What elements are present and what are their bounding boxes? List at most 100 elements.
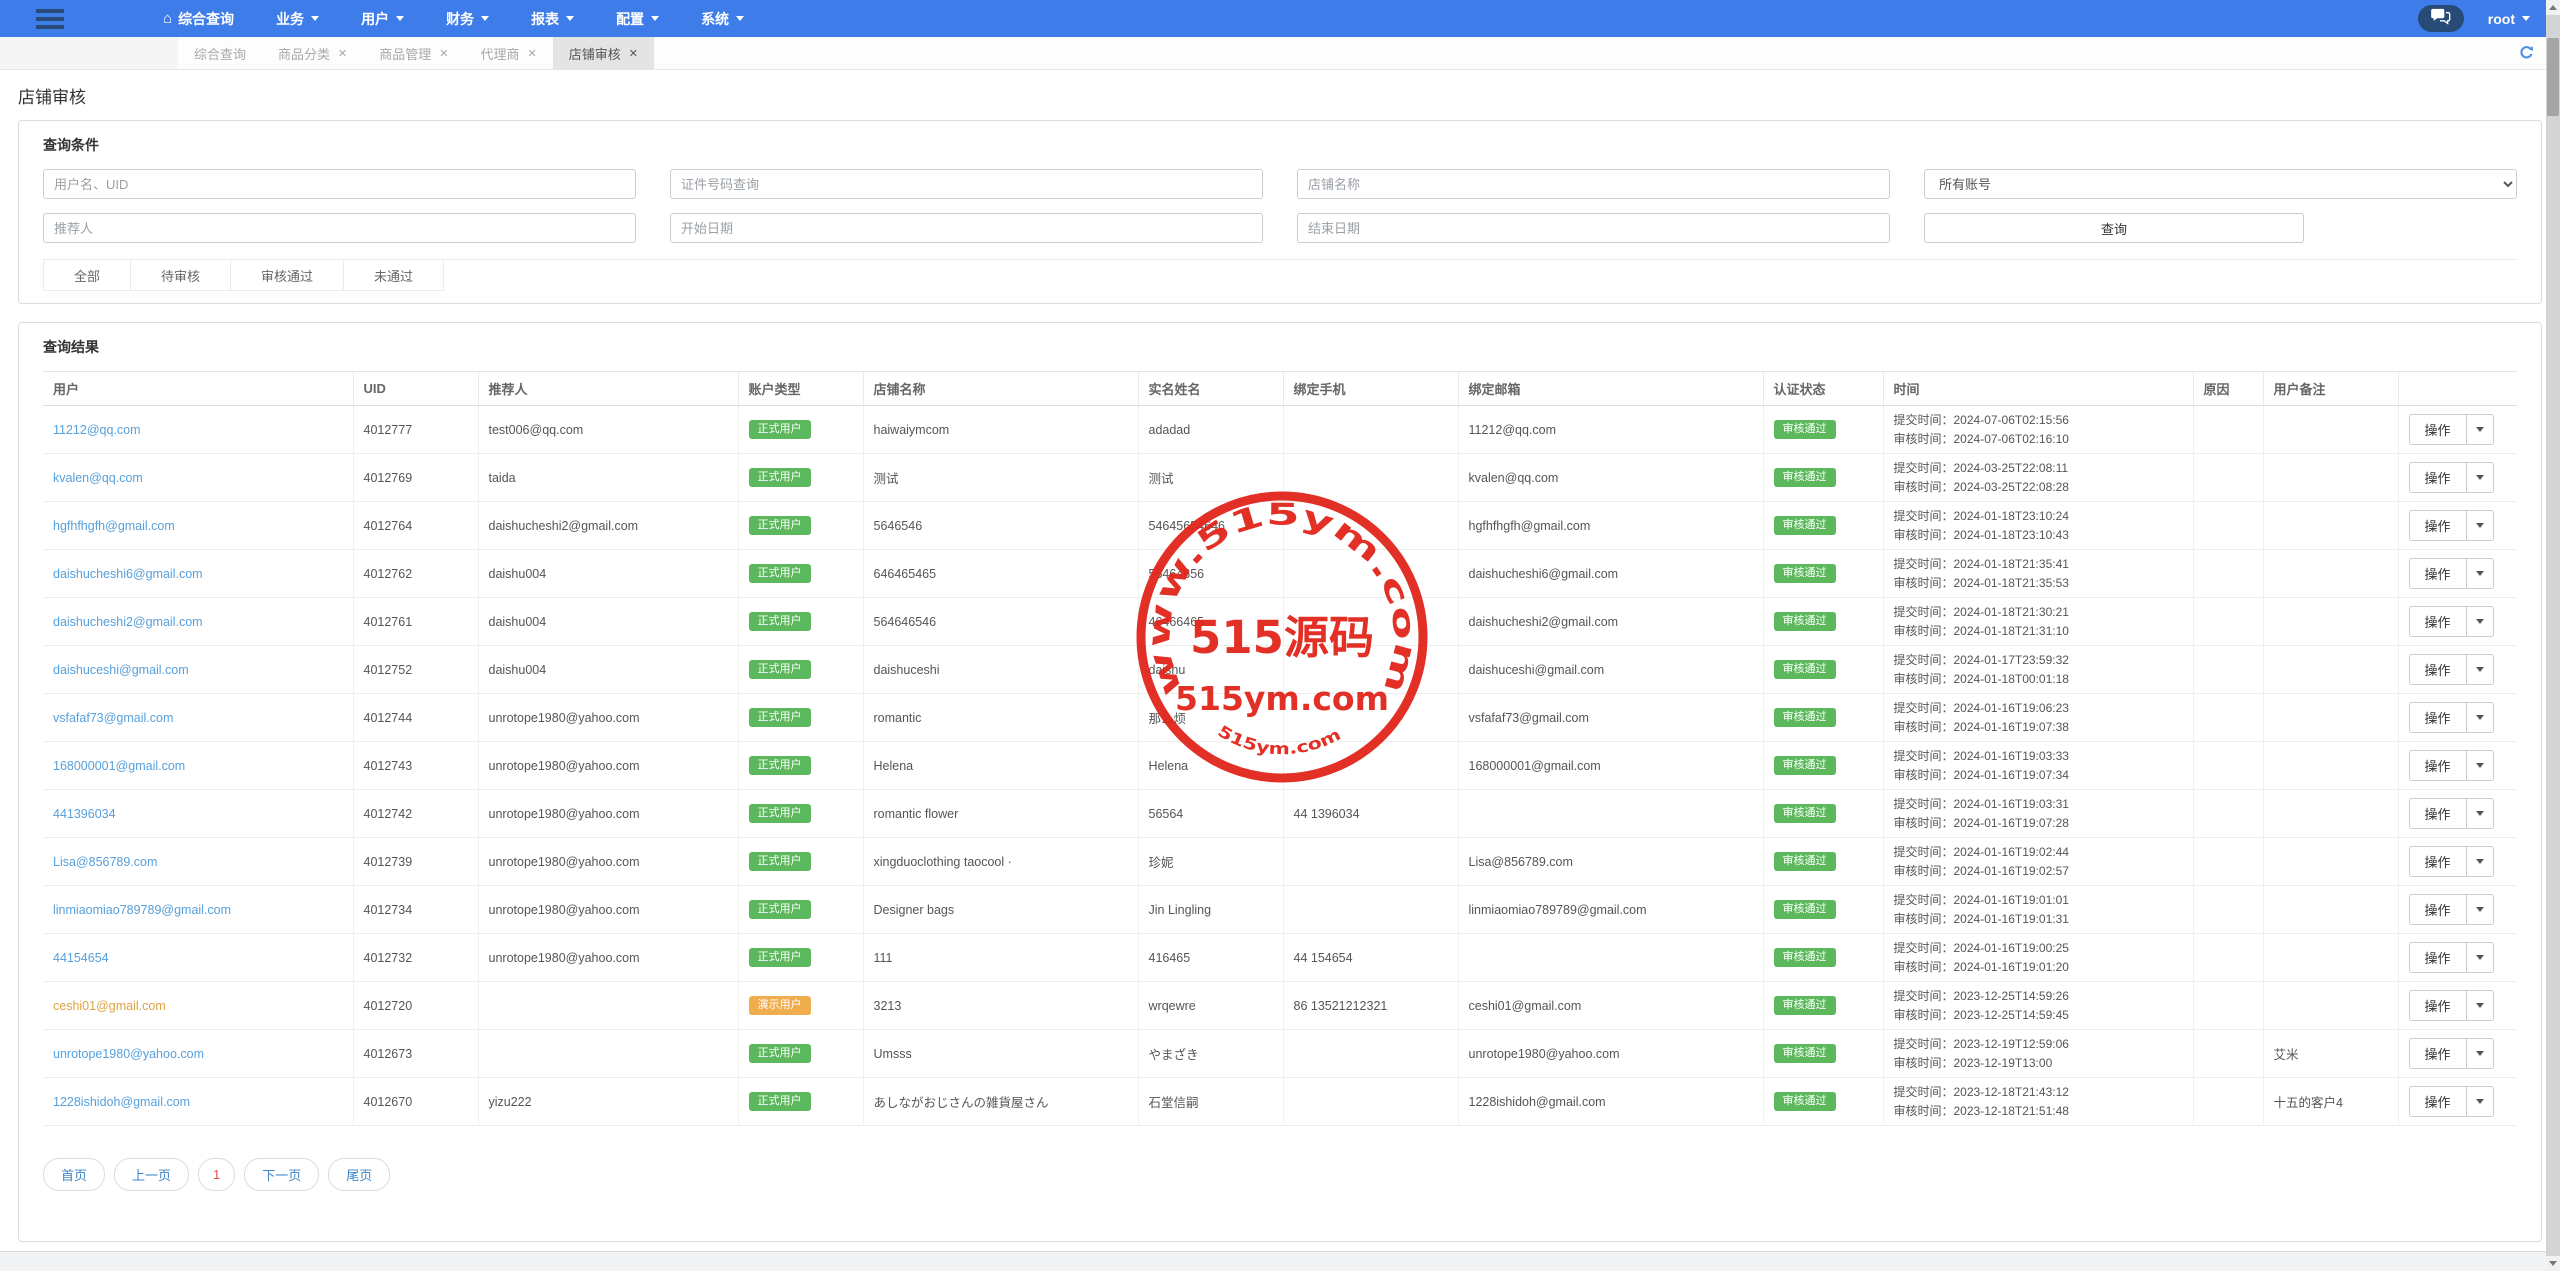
- account-type-select[interactable]: 所有账号: [1924, 169, 2517, 199]
- user-link[interactable]: 11212@qq.com: [53, 423, 141, 437]
- nav-item[interactable]: 配置: [595, 0, 680, 37]
- nav-menu: ⌂综合查询业务用户财务报表配置系统: [142, 0, 765, 37]
- user-link[interactable]: 441396034: [53, 807, 116, 821]
- user-link[interactable]: 168000001@gmail.com: [53, 759, 185, 773]
- user-menu[interactable]: root: [2488, 11, 2530, 27]
- nav-item[interactable]: ⌂综合查询: [142, 0, 255, 37]
- status-badge: 审核通过: [1774, 852, 1836, 871]
- action-dropdown-button[interactable]: [2467, 894, 2494, 925]
- action-dropdown-button[interactable]: [2467, 1038, 2494, 1069]
- action-dropdown-button[interactable]: [2467, 654, 2494, 685]
- cell-real-name: Helena: [1138, 742, 1283, 790]
- action-dropdown-button[interactable]: [2467, 558, 2494, 589]
- tab-店铺审核[interactable]: 店铺审核✕: [553, 37, 654, 69]
- filter-tab-审核通过[interactable]: 审核通过: [231, 260, 344, 291]
- page-button-尾页[interactable]: 尾页: [328, 1158, 390, 1191]
- action-dropdown-button[interactable]: [2467, 1086, 2494, 1117]
- table-row: daishucheshi6@gmail.com4012762daishu004正…: [43, 550, 2517, 598]
- scroll-up-button[interactable]: [2546, 0, 2560, 15]
- action-dropdown-button[interactable]: [2467, 510, 2494, 541]
- end-date-input[interactable]: [1297, 213, 1890, 243]
- messages-button[interactable]: [2418, 5, 2464, 32]
- user-link[interactable]: daishucheshi2@gmail.com: [53, 615, 203, 629]
- user-link[interactable]: unrotope1980@yahoo.com: [53, 1047, 204, 1061]
- action-button[interactable]: 操作: [2409, 654, 2467, 685]
- page-button-下一页[interactable]: 下一页: [244, 1158, 319, 1191]
- start-date-input[interactable]: [670, 213, 1263, 243]
- user-link[interactable]: Lisa@856789.com: [53, 855, 157, 869]
- time-line: 提交时间：2023-12-25T14:59:26: [1894, 987, 2183, 1006]
- arrow-up-icon: [2549, 5, 2557, 10]
- nav-item[interactable]: 报表: [510, 0, 595, 37]
- user-link[interactable]: vsfafaf73@gmail.com: [53, 711, 173, 725]
- action-dropdown-button[interactable]: [2467, 990, 2494, 1021]
- action-button[interactable]: 操作: [2409, 414, 2467, 445]
- action-dropdown-button[interactable]: [2467, 798, 2494, 829]
- action-button[interactable]: 操作: [2409, 798, 2467, 829]
- action-button[interactable]: 操作: [2409, 942, 2467, 973]
- action-dropdown-button[interactable]: [2467, 846, 2494, 877]
- scroll-down-button[interactable]: [2546, 1256, 2560, 1271]
- action-button[interactable]: 操作: [2409, 1086, 2467, 1117]
- scrollbar-thumb[interactable]: [2547, 38, 2559, 116]
- close-icon[interactable]: ✕: [629, 47, 638, 60]
- action-dropdown-button[interactable]: [2467, 702, 2494, 733]
- hamburger-menu-icon[interactable]: [36, 9, 64, 29]
- filter-tab-全部[interactable]: 全部: [44, 260, 131, 291]
- user-link[interactable]: 44154654: [53, 951, 109, 965]
- user-link[interactable]: daishuceshi@gmail.com: [53, 663, 189, 677]
- page-button-上一页[interactable]: 上一页: [114, 1158, 189, 1191]
- tab-商品管理[interactable]: 商品管理✕: [363, 37, 464, 69]
- nav-item[interactable]: 财务: [425, 0, 510, 37]
- user-link[interactable]: linmiaomiao789789@gmail.com: [53, 903, 231, 917]
- cell-user: kvalen@qq.com: [43, 454, 353, 502]
- close-icon[interactable]: ✕: [439, 47, 448, 60]
- action-dropdown-button[interactable]: [2467, 414, 2494, 445]
- referrer-input[interactable]: [43, 213, 636, 243]
- action-button[interactable]: 操作: [2409, 894, 2467, 925]
- username-uid-input[interactable]: [43, 169, 636, 199]
- cell-user: 1228ishidoh@gmail.com: [43, 1078, 353, 1126]
- user-link[interactable]: 1228ishidoh@gmail.com: [53, 1095, 190, 1109]
- user-link[interactable]: hgfhfhgfh@gmail.com: [53, 519, 175, 533]
- action-button[interactable]: 操作: [2409, 990, 2467, 1021]
- action-dropdown-button[interactable]: [2467, 750, 2494, 781]
- cert-number-input[interactable]: [670, 169, 1263, 199]
- user-link[interactable]: kvalen@qq.com: [53, 471, 143, 485]
- action-dropdown-button[interactable]: [2467, 942, 2494, 973]
- time-line: 审核时间：2024-01-16T19:01:20: [1894, 958, 2183, 977]
- close-icon[interactable]: ✕: [338, 47, 347, 60]
- cell-account-type: 正式用户: [738, 646, 863, 694]
- action-button[interactable]: 操作: [2409, 1038, 2467, 1069]
- user-link[interactable]: ceshi01@gmail.com: [53, 999, 166, 1013]
- vertical-scrollbar[interactable]: [2546, 0, 2560, 1271]
- cell-phone: [1283, 1030, 1458, 1078]
- action-button[interactable]: 操作: [2409, 558, 2467, 589]
- user-link[interactable]: daishucheshi6@gmail.com: [53, 567, 203, 581]
- action-button[interactable]: 操作: [2409, 510, 2467, 541]
- chevron-down-icon: [2476, 715, 2484, 720]
- tab-综合查询[interactable]: 综合查询: [178, 37, 262, 69]
- cell-referrer: unrotope1980@yahoo.com: [478, 694, 738, 742]
- action-button[interactable]: 操作: [2409, 846, 2467, 877]
- query-button[interactable]: 查询: [1924, 213, 2304, 243]
- filter-tab-待审核[interactable]: 待审核: [131, 260, 231, 291]
- action-button[interactable]: 操作: [2409, 462, 2467, 493]
- tab-代理商[interactable]: 代理商✕: [464, 37, 552, 69]
- nav-item[interactable]: 业务: [255, 0, 340, 37]
- action-button[interactable]: 操作: [2409, 750, 2467, 781]
- action-dropdown-button[interactable]: [2467, 462, 2494, 493]
- close-icon[interactable]: ✕: [528, 47, 537, 60]
- filter-tab-未通过[interactable]: 未通过: [344, 260, 444, 291]
- action-button[interactable]: 操作: [2409, 606, 2467, 637]
- action-button[interactable]: 操作: [2409, 702, 2467, 733]
- tab-商品分类[interactable]: 商品分类✕: [262, 37, 363, 69]
- nav-item[interactable]: 系统: [680, 0, 765, 37]
- time-line: 审核时间：2024-01-16T19:07:38: [1894, 718, 2183, 737]
- refresh-icon[interactable]: [2519, 45, 2534, 65]
- shop-name-input[interactable]: [1297, 169, 1890, 199]
- page-number-current[interactable]: 1: [198, 1158, 235, 1191]
- nav-item[interactable]: 用户: [340, 0, 425, 37]
- page-button-首页[interactable]: 首页: [43, 1158, 105, 1191]
- action-dropdown-button[interactable]: [2467, 606, 2494, 637]
